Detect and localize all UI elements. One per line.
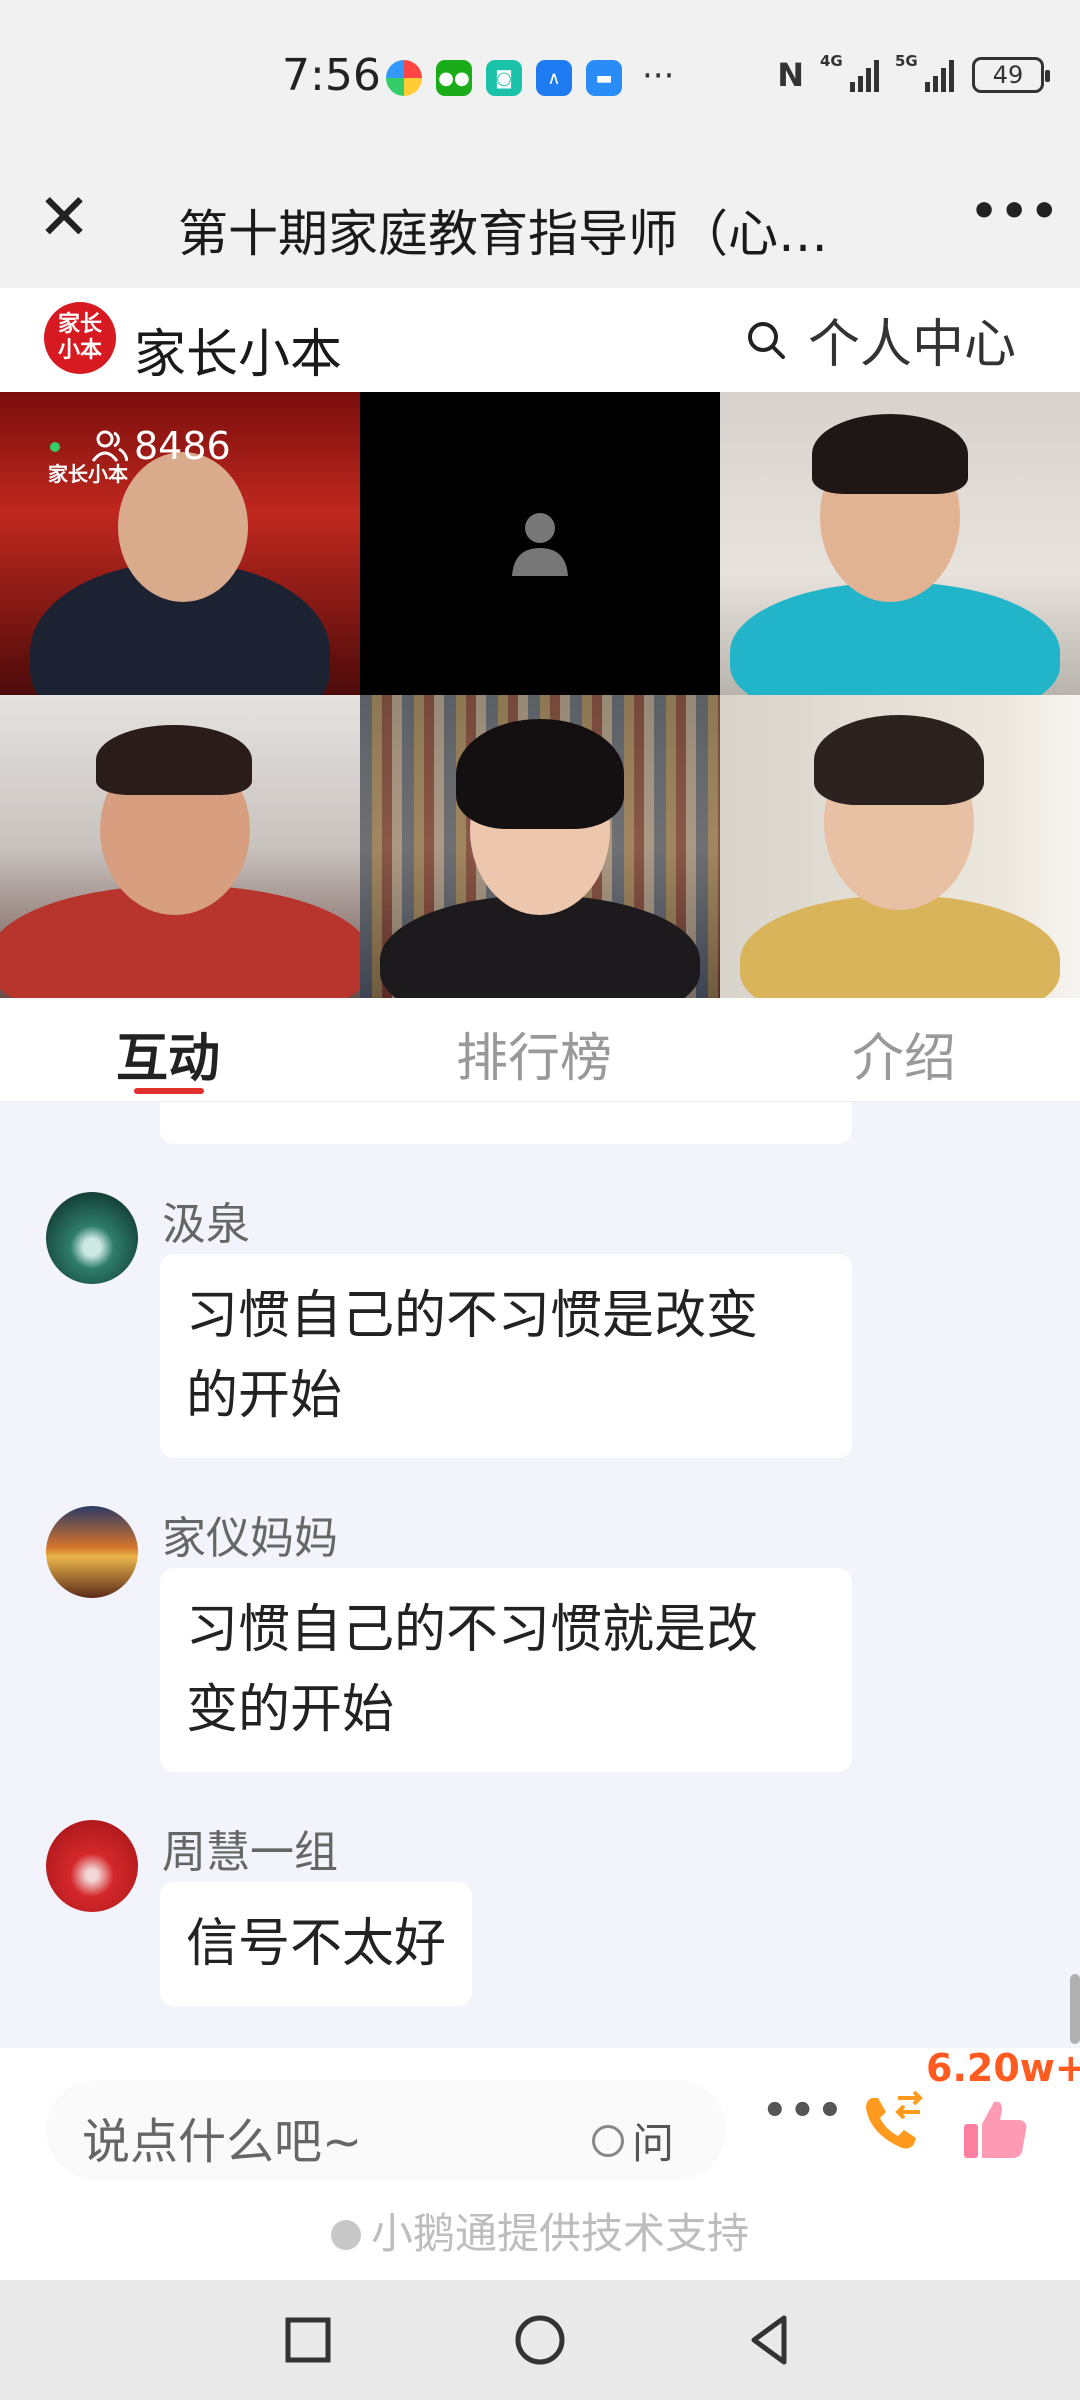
nfc-icon: N <box>777 56 804 94</box>
page-title: 第十期家庭教育指导师（心… <box>178 205 828 263</box>
more-options-button[interactable]: ••• <box>970 186 1058 256</box>
scrollbar-thumb[interactable] <box>1070 1974 1080 2044</box>
message-author: 汲泉 <box>162 1199 250 1250</box>
message-bubble: 习惯自己的不习惯是改变 的开始 <box>160 1254 852 1458</box>
video-tile[interactable] <box>360 695 720 998</box>
status-time: 7:56 <box>282 50 381 101</box>
message-icon: ▬ <box>586 60 622 96</box>
message-bubble: 信号不太好 <box>160 1882 473 2006</box>
app-notification-icon: ◙ <box>486 60 522 96</box>
message-author: 家仪妈妈 <box>162 1513 338 1564</box>
active-tab-indicator <box>134 1088 204 1094</box>
back-button[interactable] <box>740 2310 800 2370</box>
message-text-line: 习惯自己的不习惯是改变 <box>186 1286 759 1346</box>
radio-icon[interactable] <box>592 2124 624 2157</box>
tech-support-footer: 小鹅通提供技术支持 <box>0 2200 1080 2261</box>
comment-input-placeholder: 说点什么吧~ <box>82 2114 363 2170</box>
message-text-line: 习惯自己的不习惯就是改 <box>186 1600 759 1660</box>
ask-question-toggle[interactable]: 问 <box>592 2110 674 2171</box>
ask-question-label: 问 <box>632 2119 675 2168</box>
more-actions-button[interactable]: ••• <box>762 2088 845 2134</box>
live-dot-icon <box>50 442 60 452</box>
brand-logo[interactable]: 家长 小本 <box>44 302 116 374</box>
tech-support-text: 小鹅通提供技术支持 <box>370 2209 749 2258</box>
video-tile-camera-off[interactable] <box>360 392 720 695</box>
tab-introduction[interactable]: 介绍 <box>852 1016 956 1091</box>
message-bubble <box>160 1102 852 1144</box>
thumbs-up-icon[interactable] <box>960 2096 1030 2162</box>
app-notification-icon <box>386 60 422 96</box>
message-bubble: 习惯自己的不习惯就是改 变的开始 <box>160 1568 852 1772</box>
message-author: 周慧一组 <box>162 1827 338 1878</box>
avatar[interactable] <box>46 1820 138 1912</box>
like-count: 6.20w+ <box>926 2046 1080 2090</box>
video-grid[interactable]: 8486 家长小本 <box>0 392 1080 998</box>
message-text-line: 变的开始 <box>186 1680 395 1740</box>
app-notification-icon: ∧ <box>536 60 572 96</box>
tab-bar: 互动 排行榜 介绍 <box>0 998 1080 1102</box>
video-watermark: 家长小本 <box>48 462 128 486</box>
video-tile[interactable] <box>0 695 360 998</box>
user-placeholder-icon <box>512 513 568 576</box>
viewer-count-value: 8486 <box>134 424 231 468</box>
site-name: 家长小本 <box>134 325 343 385</box>
comment-input[interactable]: 说点什么吧~ 问 <box>46 2080 726 2180</box>
battery-level: 49 <box>992 61 1024 89</box>
tab-interaction[interactable]: 互动 <box>116 1016 220 1091</box>
input-bar: 说点什么吧~ 问 ••• 6.20w+ 小鹅通提供技术支持 <box>0 2046 1080 2280</box>
avatar[interactable] <box>46 1192 138 1284</box>
notification-icons: ●● ◙ ∧ ▬ <box>386 60 622 96</box>
xiaoetong-logo-icon <box>330 2220 361 2250</box>
battery-icon: 49 <box>972 57 1050 93</box>
user-center-link[interactable]: 个人中心 <box>808 302 1016 377</box>
status-bar: 7:56 ●● ◙ ∧ ▬ ··· N 4G 5G 49 <box>0 0 1080 160</box>
home-button[interactable] <box>510 2310 570 2370</box>
video-tile-host[interactable]: 8486 家长小本 <box>0 392 360 695</box>
site-header: 家长 小本 家长小本 个人中心 <box>0 288 1080 392</box>
tab-ranking[interactable]: 排行榜 <box>456 1016 612 1091</box>
wechat-icon: ●● <box>436 60 472 96</box>
chat-list[interactable]: 汲泉 习惯自己的不习惯是改变 的开始 家仪妈妈 习惯自己的不习惯就是改 变的开始… <box>0 1102 1080 2048</box>
phone-icon[interactable] <box>858 2088 928 2158</box>
message-text-line: 的开始 <box>186 1366 343 1426</box>
video-tile[interactable] <box>720 695 1080 998</box>
system-nav-bar <box>0 2280 1080 2400</box>
search-icon[interactable] <box>744 318 788 362</box>
title-bar: ✕ 第十期家庭教育指导师（心… ••• <box>0 160 1080 288</box>
video-tile[interactable] <box>720 392 1080 695</box>
message-text-line: 信号不太好 <box>186 1914 447 1974</box>
close-button[interactable]: ✕ <box>28 182 100 254</box>
more-notifications-icon: ··· <box>642 56 675 96</box>
signal-5g-icon: 5G <box>895 52 954 92</box>
recents-button[interactable] <box>278 2310 338 2370</box>
avatar[interactable] <box>46 1506 138 1598</box>
signal-4g-icon: 4G <box>820 52 879 92</box>
